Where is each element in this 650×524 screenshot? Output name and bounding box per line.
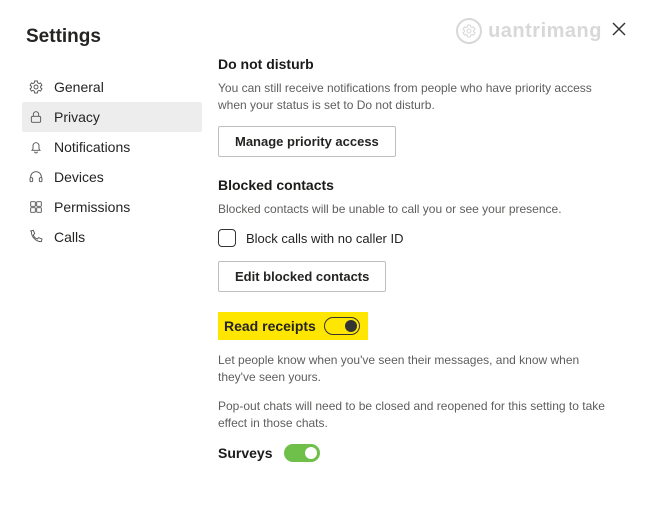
nav-item-privacy[interactable]: Privacy (22, 102, 202, 132)
phone-icon (28, 229, 44, 245)
nav-label: General (54, 79, 104, 95)
permissions-icon (28, 199, 44, 215)
nav-item-notifications[interactable]: Notifications (22, 132, 202, 162)
nav-label: Privacy (54, 109, 100, 125)
settings-content: Do not disturb You can still receive not… (202, 20, 628, 514)
read-receipts-desc1: Let people know when you've seen their m… (218, 352, 620, 386)
read-receipts-toggle[interactable] (324, 317, 360, 335)
block-no-caller-id-checkbox[interactable] (218, 229, 236, 247)
surveys-title: Surveys (218, 445, 272, 461)
read-receipts-desc2: Pop-out chats will need to be closed and… (218, 398, 620, 432)
read-receipts-highlight: Read receipts (218, 312, 368, 340)
blocked-desc: Blocked contacts will be unable to call … (218, 201, 620, 218)
headset-icon (28, 169, 44, 185)
nav-item-permissions[interactable]: Permissions (22, 192, 202, 222)
nav-label: Devices (54, 169, 104, 185)
nav-item-general[interactable]: General (22, 72, 202, 102)
lock-icon (28, 109, 44, 125)
blocked-title: Blocked contacts (218, 177, 620, 193)
close-icon (612, 23, 626, 40)
read-receipts-title: Read receipts (224, 318, 316, 334)
page-title: Settings (26, 26, 202, 48)
bell-icon (28, 139, 44, 155)
nav-item-devices[interactable]: Devices (22, 162, 202, 192)
settings-nav: General Privacy Notifi (22, 72, 202, 252)
dnd-desc: You can still receive notifications from… (218, 80, 620, 114)
surveys-toggle[interactable] (284, 444, 320, 462)
edit-blocked-contacts-button[interactable]: Edit blocked contacts (218, 261, 386, 292)
nav-label: Permissions (54, 199, 130, 215)
nav-label: Calls (54, 229, 85, 245)
close-button[interactable] (608, 18, 630, 45)
dnd-title: Do not disturb (218, 56, 620, 72)
nav-label: Notifications (54, 139, 130, 155)
block-no-caller-id-label: Block calls with no caller ID (246, 231, 404, 246)
gear-icon (28, 79, 44, 95)
nav-item-calls[interactable]: Calls (22, 222, 202, 252)
manage-priority-access-button[interactable]: Manage priority access (218, 126, 396, 157)
